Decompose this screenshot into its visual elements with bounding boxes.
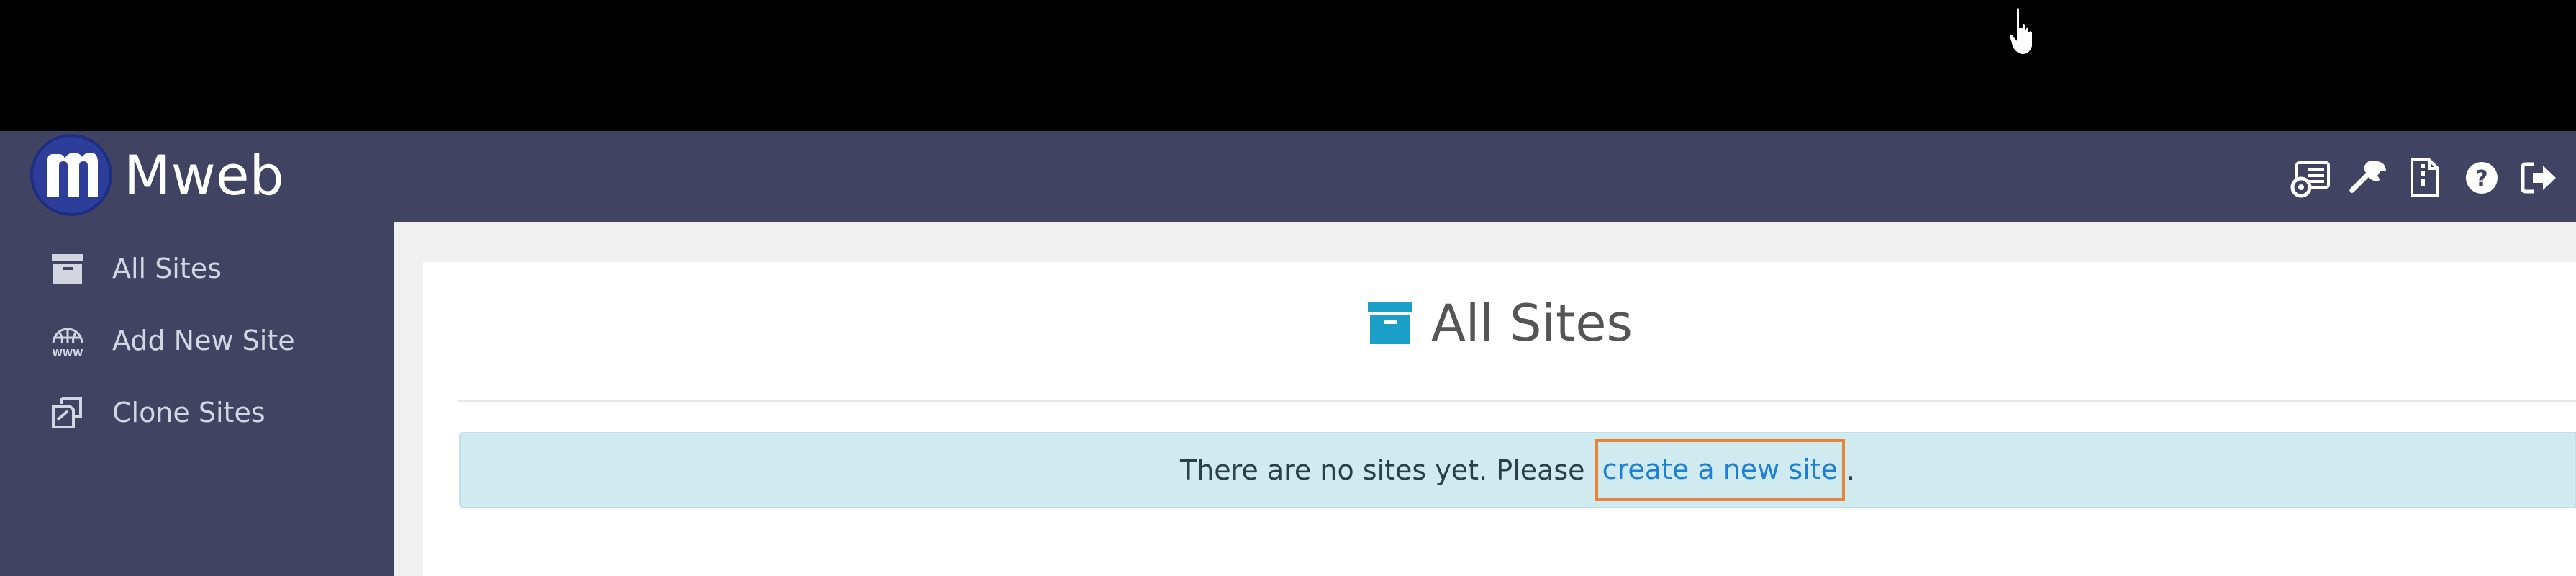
create-site-link-highlight: create a new site [1595, 439, 1845, 501]
mweb-logo[interactable] [30, 134, 112, 216]
content-panel: All Sites There are no sites yet. Please… [423, 262, 2576, 576]
top-black-bar [0, 0, 2576, 131]
svg-text:WWW: WWW [52, 348, 83, 359]
wrench-icon[interactable] [2347, 157, 2389, 199]
hand-cursor-icon [2008, 6, 2033, 56]
app-name[interactable]: Mweb [124, 141, 284, 210]
sidebar-item-label: All Sites [112, 253, 222, 284]
page-title-text: All Sites [1431, 294, 1633, 353]
logout-icon[interactable] [2518, 157, 2560, 199]
sidebar-item-label: Clone Sites [112, 397, 266, 428]
globe-www-icon: WWW [49, 322, 86, 359]
sidebar-item-label: Add New Site [112, 325, 295, 356]
sidebar-item-add-new-site[interactable]: WWW Add New Site [49, 315, 295, 366]
server-settings-icon[interactable] [2290, 157, 2331, 199]
help-icon[interactable]: ? [2461, 157, 2503, 199]
sidebar-item-all-sites[interactable]: All Sites [49, 243, 222, 294]
main-content: All Sites There are no sites yet. Please… [394, 222, 2576, 576]
no-sites-alert: There are no sites yet. Please create a … [459, 432, 2576, 508]
alert-text-end: . [1846, 454, 1856, 486]
sidebar-item-clone-sites[interactable]: Clone Sites [49, 387, 266, 438]
create-new-site-link[interactable]: create a new site [1602, 454, 1838, 485]
archive-icon [49, 250, 86, 287]
top-navbar: Mweb ? [0, 131, 2576, 222]
svg-text:?: ? [2475, 166, 2487, 192]
alert-text: There are no sites yet. Please [1179, 454, 1594, 486]
sidebar: All Sites WWW Add New Site Clone Sites [0, 222, 394, 576]
page-title: All Sites [423, 294, 2576, 353]
clone-icon [49, 394, 86, 431]
zip-file-icon[interactable] [2403, 157, 2445, 199]
archive-icon [1368, 302, 1413, 344]
m-logo-icon [47, 153, 98, 197]
divider [458, 400, 2576, 402]
